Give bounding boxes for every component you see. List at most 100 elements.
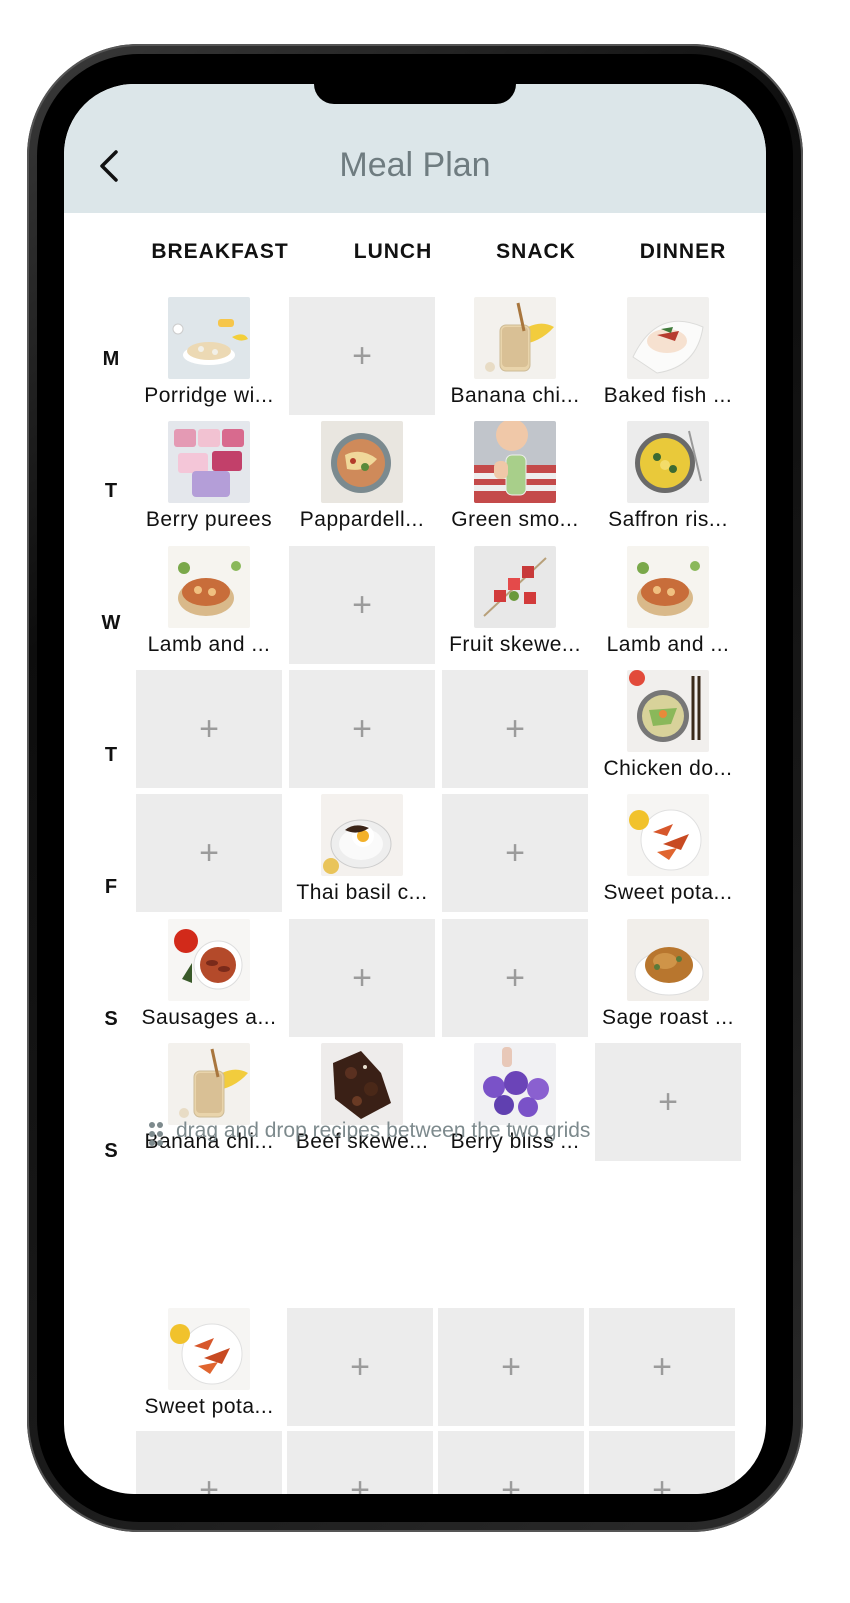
phone-notch: [314, 84, 516, 104]
recipe-thumbnail: [627, 421, 709, 503]
recipe-thumbnail: [321, 421, 403, 503]
holding-slot-add-slot[interactable]: +: [287, 1308, 433, 1426]
meal-slot-recipe[interactable]: Beef skewe...: [289, 1043, 435, 1161]
holding-slot-add-slot[interactable]: +: [287, 1431, 433, 1494]
recipe-label: Banana chi...: [450, 384, 580, 407]
plus-icon: +: [505, 710, 525, 748]
meal-slot-recipe[interactable]: Berry bliss ...: [442, 1043, 588, 1161]
recipe-label: Baked fish ...: [603, 384, 733, 407]
recipe-label: Green smo...: [451, 508, 579, 531]
meal-slot-recipe[interactable]: Chicken do...: [595, 670, 741, 788]
recipe-label: Pappardell...: [299, 508, 425, 531]
recipe-label: Sausages a...: [141, 1006, 277, 1029]
recipe-thumbnail: [474, 421, 556, 503]
meal-slot-recipe[interactable]: Porridge wi...: [136, 297, 282, 415]
plus-icon: +: [199, 1471, 219, 1494]
holding-slot-add-slot[interactable]: +: [438, 1308, 584, 1426]
column-header-snack: SNACK: [496, 240, 576, 263]
day-label: M: [102, 348, 120, 370]
column-header-breakfast: BREAKFAST: [151, 240, 289, 263]
plus-icon: +: [199, 834, 219, 872]
day-label: S: [104, 1140, 118, 1162]
meal-slot-recipe[interactable]: Banana chi...: [442, 297, 588, 415]
meal-slot-recipe[interactable]: Sage roast ...: [595, 919, 741, 1037]
recipe-label: Chicken do...: [603, 757, 733, 780]
meal-slot-add-slot[interactable]: +: [442, 919, 588, 1037]
holding-slot-add-slot[interactable]: +: [438, 1431, 584, 1494]
recipe-thumbnail: [321, 794, 403, 876]
holding-slot-add-slot[interactable]: +: [589, 1308, 735, 1426]
day-label: T: [104, 744, 118, 766]
holding-slot-recipe[interactable]: Sweet pota...: [136, 1308, 282, 1426]
day-label: F: [104, 876, 118, 898]
recipe-thumbnail: [168, 421, 250, 503]
recipe-label: Fruit skewe...: [449, 633, 581, 656]
meal-slot-recipe[interactable]: Saffron ris...: [595, 421, 741, 539]
plus-icon: +: [658, 1083, 678, 1121]
meal-slot-add-slot[interactable]: +: [136, 794, 282, 912]
meal-slot-recipe[interactable]: Sausages a...: [136, 919, 282, 1037]
recipe-label: Berry purees: [145, 508, 273, 531]
meal-slot-add-slot[interactable]: +: [442, 794, 588, 912]
meal-slot-add-slot[interactable]: +: [136, 670, 282, 788]
day-label: T: [104, 480, 118, 502]
recipe-label: Sage roast ...: [602, 1006, 734, 1029]
meal-slot-add-slot[interactable]: +: [595, 1043, 741, 1161]
recipe-thumbnail: [474, 297, 556, 379]
meal-slot-recipe[interactable]: Sweet pota...: [595, 794, 741, 912]
meal-slot-recipe[interactable]: Baked fish ...: [595, 297, 741, 415]
plus-icon: +: [350, 1348, 370, 1386]
recipe-thumbnail: [474, 546, 556, 628]
plus-icon: +: [505, 834, 525, 872]
plus-icon: +: [652, 1471, 672, 1494]
recipe-label: Sweet pota...: [603, 881, 733, 904]
drag-handle-icon: [149, 1122, 163, 1146]
meal-slot-add-slot[interactable]: +: [289, 919, 435, 1037]
plus-icon: +: [350, 1471, 370, 1494]
meal-slot-recipe[interactable]: Lamb and ...: [136, 546, 282, 664]
recipe-thumbnail: [627, 546, 709, 628]
recipe-thumbnail: [168, 1043, 250, 1125]
recipe-thumbnail: [168, 297, 250, 379]
plus-icon: +: [352, 337, 372, 375]
meal-slot-recipe[interactable]: Pappardell...: [289, 421, 435, 539]
plus-icon: +: [352, 710, 372, 748]
recipe-label: Saffron ris...: [608, 508, 728, 531]
meal-slot-recipe[interactable]: Lamb and ...: [595, 546, 741, 664]
meal-slot-add-slot[interactable]: +: [289, 297, 435, 415]
screen: Meal Plan BREAKFAST LUNCH SNACK DINNER M T W T…: [64, 84, 766, 1494]
plus-icon: +: [352, 959, 372, 997]
page-title: Meal Plan: [339, 146, 491, 184]
plus-icon: +: [501, 1348, 521, 1386]
recipe-label: Porridge wi...: [144, 384, 274, 407]
plus-icon: +: [501, 1471, 521, 1494]
recipe-thumbnail: [168, 546, 250, 628]
drag-hint-text: drag and drop recipes between the two gr…: [176, 1119, 591, 1142]
recipe-label: Lamb and ...: [606, 633, 730, 656]
meal-slot-recipe[interactable]: Thai basil c...: [289, 794, 435, 912]
recipe-thumbnail: [474, 1043, 556, 1125]
recipe-thumbnail: [321, 1043, 403, 1125]
holding-slot-add-slot[interactable]: +: [589, 1431, 735, 1494]
plus-icon: +: [505, 959, 525, 997]
column-header-dinner: DINNER: [639, 240, 727, 263]
plus-icon: +: [652, 1348, 672, 1386]
recipe-thumbnail: [168, 1308, 250, 1390]
meal-slot-recipe[interactable]: Green smo...: [442, 421, 588, 539]
recipe-thumbnail: [168, 919, 250, 1001]
recipe-thumbnail: [627, 670, 709, 752]
meal-slot-recipe[interactable]: Berry purees: [136, 421, 282, 539]
day-label: W: [101, 612, 121, 634]
meal-slot-add-slot[interactable]: +: [442, 670, 588, 788]
recipe-thumbnail: [627, 919, 709, 1001]
recipe-label: Sweet pota...: [144, 1395, 274, 1418]
plus-icon: +: [199, 710, 219, 748]
meal-slot-add-slot[interactable]: +: [289, 546, 435, 664]
day-label: S: [104, 1008, 118, 1030]
column-header-lunch: LUNCH: [353, 240, 433, 263]
recipe-thumbnail: [627, 297, 709, 379]
holding-slot-add-slot[interactable]: +: [136, 1431, 282, 1494]
meal-slot-add-slot[interactable]: +: [289, 670, 435, 788]
meal-slot-recipe[interactable]: Fruit skewe...: [442, 546, 588, 664]
plus-icon: +: [352, 586, 372, 624]
